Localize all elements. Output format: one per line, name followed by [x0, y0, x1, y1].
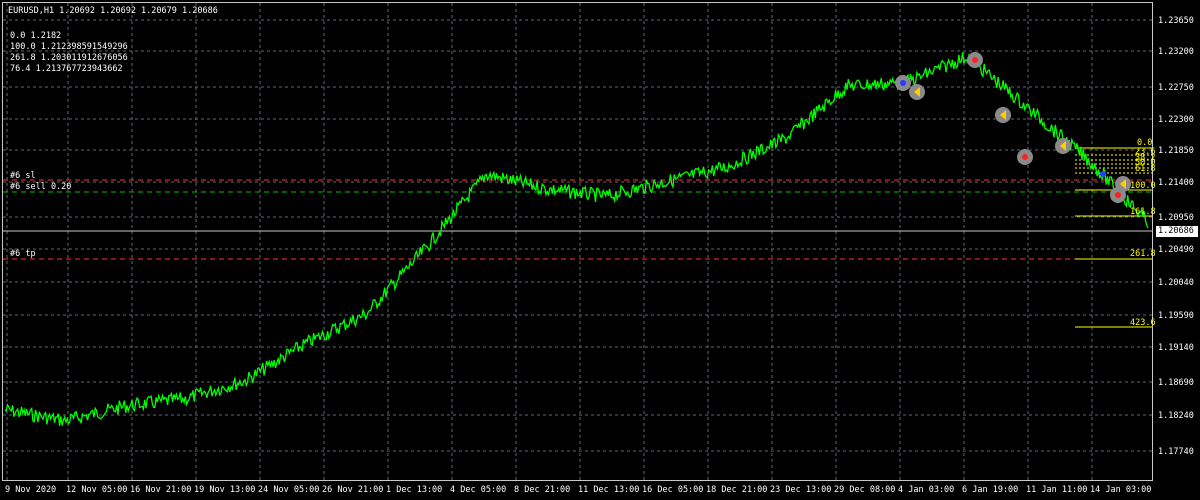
time-axis-label: 11 Dec 13:00 — [578, 485, 640, 495]
price-axis-label: 1.23200 — [1158, 47, 1194, 57]
fibo-label-100: 100.0 — [1130, 181, 1156, 191]
price-axis-label: 1.20040 — [1158, 278, 1194, 288]
price-axis-label: 1.20950 — [1158, 213, 1194, 223]
sell-order-label[interactable]: #6 sell 0.20 — [10, 182, 71, 192]
fibo-info-76: 76.4 1.213767723943662 — [10, 64, 123, 74]
price-axis-label: 1.17740 — [1158, 447, 1194, 457]
trade-marker-buy-2 — [1100, 171, 1106, 177]
time-axis-label: 29 Dec 08:00 — [834, 485, 896, 495]
time-axis-label: 26 Nov 21:00 — [322, 485, 384, 495]
fibonacci-levels — [1075, 147, 1152, 328]
time-axis-label: 1 Dec 13:00 — [386, 485, 443, 495]
fibo-info-100: 100.0 1.212398591549296 — [10, 42, 128, 52]
symbol-info: EURUSD,H1 1.20692 1.20692 1.20679 1.2068… — [8, 6, 218, 16]
current-price-label: 1.20686 — [1156, 226, 1198, 237]
price-axis-label: 1.19590 — [1158, 311, 1194, 321]
fibo-label-61: 61.8 — [1135, 164, 1156, 174]
chart-window[interactable]: EURUSD,H1 1.20692 1.20692 1.20679 1.2068… — [0, 0, 1200, 500]
price-line — [4, 52, 1149, 426]
fibo-info-0: 0.0 1.2182 — [10, 31, 62, 41]
time-axis-label: 11 Jan 11:00 — [1026, 485, 1088, 495]
time-axis-label: 4 Jan 03:00 — [898, 485, 955, 495]
price-axis-label: 1.18240 — [1158, 411, 1194, 421]
price-axis-label: 1.21850 — [1158, 146, 1194, 156]
time-axis-label: 24 Nov 05:00 — [258, 485, 320, 495]
fibo-label-161: 161.8 — [1130, 207, 1156, 217]
time-axis-label: 19 Nov 13:00 — [194, 485, 256, 495]
price-axis-label: 1.20490 — [1158, 245, 1194, 255]
price-chart[interactable] — [0, 0, 1200, 500]
time-axis-label: 4 Dec 05:00 — [450, 485, 507, 495]
time-axis-label: 16 Dec 05:00 — [642, 485, 704, 495]
price-axis-label: 1.18690 — [1158, 378, 1194, 388]
time-axis-label: 16 Nov 21:00 — [130, 485, 192, 495]
tp-label[interactable]: #6 tp — [10, 249, 36, 259]
price-axis-label: 1.22300 — [1158, 115, 1194, 125]
time-axis-label: 12 Nov 05:00 — [66, 485, 128, 495]
fibo-label-261: 261.8 — [1130, 249, 1156, 259]
price-axis-label: 1.22750 — [1158, 83, 1194, 93]
time-axis-label: 14 Jan 03:00 — [1090, 485, 1152, 495]
chart-frame — [2, 2, 1153, 481]
price-axis-label: 1.19140 — [1158, 343, 1194, 353]
sl-label[interactable]: #6 sl — [10, 171, 36, 181]
fibo-info-261: 261.8 1.203011912676056 — [10, 53, 128, 63]
fibo-label-423: 423.6 — [1130, 318, 1156, 328]
time-axis-label: 9 Nov 2020 — [5, 485, 57, 495]
price-axis-label: 1.21400 — [1158, 178, 1194, 188]
price-axis-label: 1.23650 — [1158, 16, 1194, 26]
time-axis-label: 8 Dec 21:00 — [514, 485, 571, 495]
grid-lines — [3, 3, 1152, 480]
time-axis-label: 6 Jan 19:00 — [962, 485, 1019, 495]
time-axis-label: 23 Dec 13:00 — [770, 485, 832, 495]
time-axis-label: 18 Dec 21:00 — [706, 485, 768, 495]
